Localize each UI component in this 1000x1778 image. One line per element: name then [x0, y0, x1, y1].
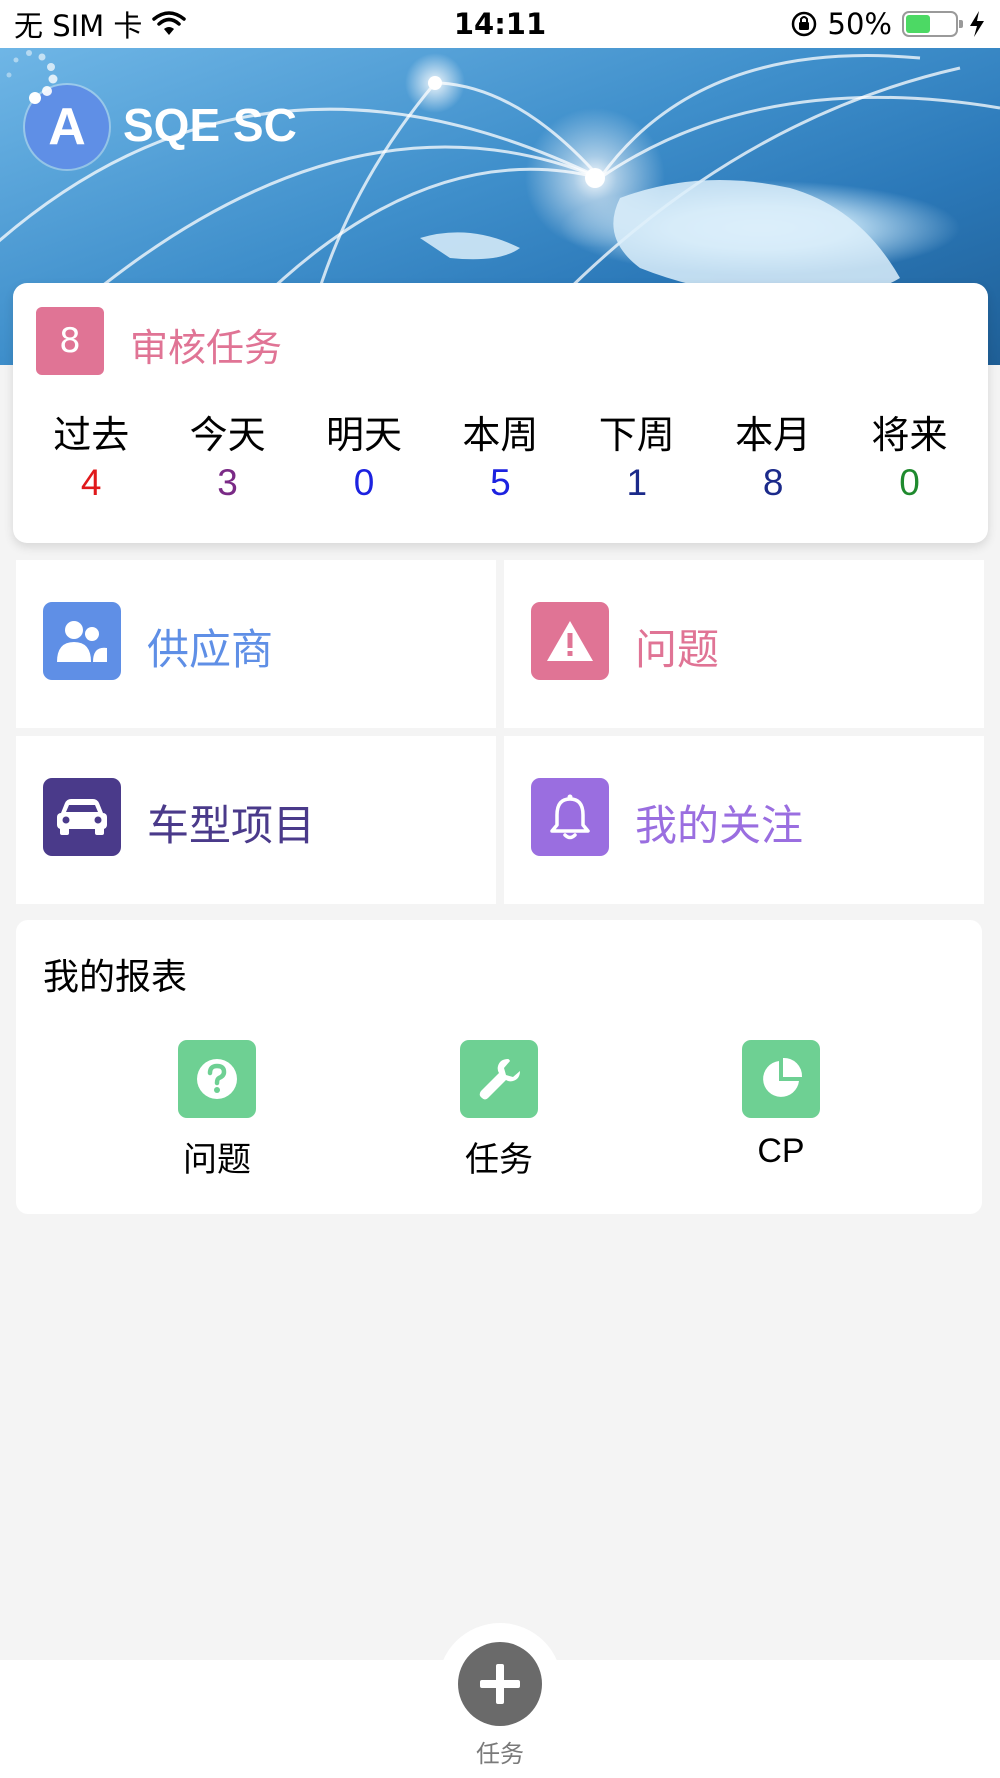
period-tomorrow[interactable]: 明天 0	[296, 411, 432, 507]
period-label: 本周	[462, 413, 539, 457]
period-next-week[interactable]: 下周 1	[569, 411, 705, 507]
period-count: 1	[626, 462, 648, 503]
period-label: 明天	[325, 413, 402, 457]
bell-icon	[531, 778, 609, 856]
period-future[interactable]: 将来 0	[841, 411, 977, 507]
reports-card: 我的报表 问题 任务 CP	[16, 920, 982, 1214]
report-issue[interactable]: 问题	[142, 1040, 292, 1181]
loading-spinner-icon	[6, 50, 58, 104]
reports-title: 我的报表	[43, 957, 188, 998]
supplier-tile[interactable]: 供应商	[16, 560, 496, 728]
period-this-month[interactable]: 本月 8	[705, 411, 841, 507]
car-icon	[43, 778, 121, 856]
pie-chart-icon	[742, 1040, 820, 1118]
plus-icon	[480, 1664, 520, 1704]
period-count: 3	[217, 462, 238, 503]
period-label: 过去	[53, 413, 130, 457]
period-past[interactable]: 过去 4	[23, 411, 159, 507]
carrier-label: 无 SIM 卡	[14, 9, 143, 43]
report-label: CP	[757, 1132, 805, 1170]
audit-tasks-card[interactable]: 8 审核任务 过去 4 今天 3 明天 0 本周 5 下周 1 本月 8 将来 …	[13, 283, 988, 543]
period-count: 0	[353, 462, 375, 503]
report-label: 问题	[183, 1140, 251, 1180]
period-label: 本月	[735, 413, 812, 457]
period-label: 今天	[189, 413, 266, 457]
status-right: 50%	[790, 7, 986, 41]
issue-tile[interactable]: 问题	[504, 560, 984, 728]
battery-percent: 50%	[827, 7, 892, 41]
wrench-icon	[460, 1040, 538, 1118]
status-left: 无 SIM 卡	[14, 3, 187, 45]
audit-tasks-title: 审核任务	[130, 326, 283, 370]
status-bar: 无 SIM 卡 14:11 50%	[0, 0, 1000, 48]
audit-count-badge: 8	[36, 307, 104, 375]
wifi-icon	[152, 11, 187, 35]
supplier-label: 供应商	[147, 625, 274, 674]
period-row: 过去 4 今天 3 明天 0 本周 5 下周 1 本月 8 将来 0	[23, 411, 978, 507]
period-count: 5	[490, 462, 511, 503]
battery-icon	[902, 11, 963, 37]
report-cp[interactable]: CP	[706, 1040, 856, 1171]
period-count: 0	[899, 462, 920, 503]
period-today[interactable]: 今天 3	[159, 411, 295, 507]
users-icon	[43, 602, 121, 680]
period-this-week[interactable]: 本周 5	[432, 411, 568, 507]
my-follow-tile[interactable]: 我的关注	[504, 736, 984, 904]
charging-icon	[970, 11, 984, 37]
report-label: 任务	[465, 1140, 533, 1180]
report-task[interactable]: 任务	[424, 1040, 574, 1181]
period-label: 将来	[871, 413, 948, 457]
fab-label: 任务	[476, 1740, 524, 1768]
vehicle-project-tile[interactable]: 车型项目	[16, 736, 496, 904]
period-label: 下周	[598, 413, 675, 457]
orientation-lock-icon	[791, 11, 816, 37]
my-follow-label: 我的关注	[635, 801, 804, 850]
question-icon	[178, 1040, 256, 1118]
period-count: 4	[80, 462, 102, 503]
app-title: SQE SC	[123, 99, 297, 151]
add-task-button[interactable]	[458, 1642, 542, 1726]
issue-label: 问题	[635, 625, 720, 674]
period-count: 8	[762, 462, 784, 503]
vehicle-project-label: 车型项目	[147, 801, 316, 850]
warning-icon	[531, 602, 609, 680]
